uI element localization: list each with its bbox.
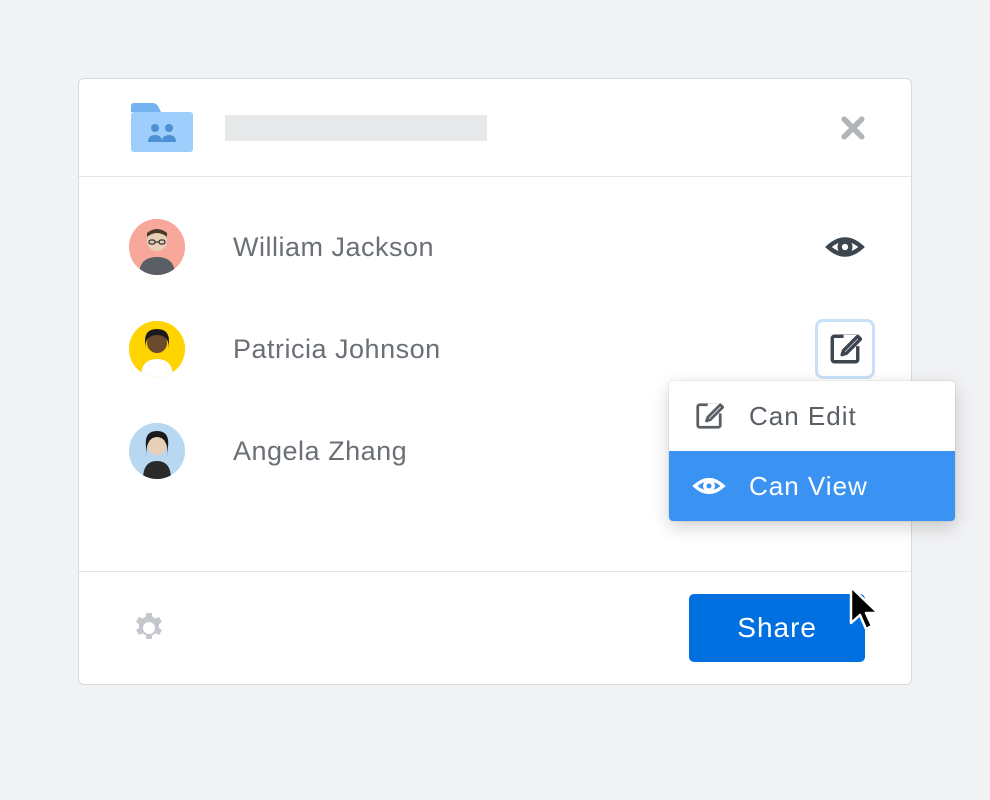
user-row: William Jackson — [129, 211, 875, 283]
eye-icon — [825, 227, 865, 267]
edit-icon — [694, 401, 724, 431]
edit-icon — [828, 332, 862, 366]
share-button[interactable]: Share — [689, 594, 865, 662]
share-dialog: William Jackson Patricia Johnson — [78, 78, 912, 685]
eye-icon — [692, 469, 726, 503]
dialog-header — [79, 79, 911, 177]
shared-folder-icon — [129, 102, 195, 154]
close-button[interactable] — [833, 108, 873, 148]
dialog-body: William Jackson Patricia Johnson — [79, 177, 911, 572]
avatar — [129, 321, 185, 377]
avatar — [129, 219, 185, 275]
dropdown-item-label: Can Edit — [749, 401, 857, 432]
permission-toggle[interactable] — [815, 217, 875, 277]
permissions-dropdown: Can Edit Can View — [669, 381, 955, 521]
dialog-footer: Share — [79, 572, 911, 684]
settings-button[interactable] — [129, 608, 169, 648]
dropdown-item-label: Can View — [749, 471, 868, 502]
avatar — [129, 423, 185, 479]
gear-icon — [131, 610, 167, 646]
user-row: Patricia Johnson — [129, 313, 875, 385]
dropdown-item-can-edit[interactable]: Can Edit — [669, 381, 955, 451]
user-name: William Jackson — [233, 232, 434, 263]
permission-toggle-active[interactable] — [815, 319, 875, 379]
user-name: Angela Zhang — [233, 436, 407, 467]
user-name: Patricia Johnson — [233, 334, 441, 365]
close-icon — [838, 113, 868, 143]
dropdown-item-can-view[interactable]: Can View — [669, 451, 955, 521]
folder-title-placeholder — [225, 115, 487, 141]
